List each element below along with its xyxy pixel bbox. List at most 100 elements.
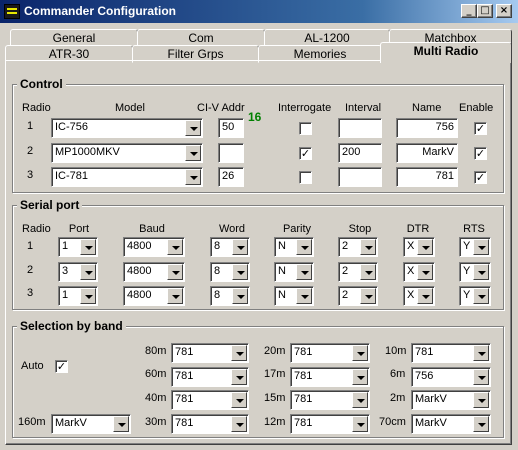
band-label-80m: 80m	[145, 345, 167, 357]
chevron-down-icon[interactable]	[167, 239, 183, 255]
close-button[interactable]: ×	[496, 4, 512, 18]
word-select-2[interactable]: 8	[210, 262, 250, 282]
dtr-select-1[interactable]: X	[403, 237, 435, 257]
stop-select-3[interactable]: 2	[338, 286, 378, 306]
band-select-2m[interactable]: MarkV	[411, 390, 491, 410]
serial-header-rts: RTS	[463, 223, 485, 235]
port-select-3[interactable]: 1	[58, 286, 98, 306]
stop-select-1[interactable]: 2	[338, 237, 378, 257]
auto-checkbox[interactable]: ✓	[55, 360, 68, 373]
chevron-down-icon[interactable]	[296, 264, 312, 280]
enable-checkbox-1[interactable]: ✓	[474, 122, 487, 135]
model-select-1[interactable]: IC-756	[51, 118, 203, 138]
band-select-60m[interactable]: 781	[171, 367, 249, 387]
chevron-down-icon[interactable]	[296, 239, 312, 255]
rts-select-3[interactable]: Y	[459, 286, 491, 306]
civ-addr-field-3[interactable]: 26	[218, 167, 244, 187]
chevron-down-icon[interactable]	[231, 416, 247, 432]
word-select-1[interactable]: 8	[210, 237, 250, 257]
window-title: Commander Configuration	[24, 4, 176, 18]
enable-checkbox-2[interactable]: ✓	[474, 147, 487, 160]
port-select-2[interactable]: 3	[58, 262, 98, 282]
baud-select-3[interactable]: 4800	[123, 286, 185, 306]
chevron-down-icon[interactable]	[473, 392, 489, 408]
name-field-2[interactable]: MarkV	[396, 143, 458, 163]
chevron-down-icon[interactable]	[417, 288, 433, 304]
chevron-down-icon[interactable]	[231, 392, 247, 408]
rts-select-2[interactable]: Y	[459, 262, 491, 282]
band-select-30m[interactable]: 781	[171, 414, 249, 434]
chevron-down-icon[interactable]	[352, 369, 368, 385]
chevron-down-icon[interactable]	[473, 369, 489, 385]
chevron-down-icon[interactable]	[231, 369, 247, 385]
enable-checkbox-3[interactable]: ✓	[474, 171, 487, 184]
chevron-down-icon[interactable]	[167, 288, 183, 304]
chevron-down-icon[interactable]	[80, 239, 96, 255]
chevron-down-icon[interactable]	[360, 288, 376, 304]
chevron-down-icon[interactable]	[185, 169, 201, 185]
rts-select-1[interactable]: Y	[459, 237, 491, 257]
chevron-down-icon[interactable]	[473, 345, 489, 361]
chevron-down-icon[interactable]	[473, 264, 489, 280]
chevron-down-icon[interactable]	[232, 288, 248, 304]
interrogate-checkbox-3[interactable]	[299, 171, 312, 184]
band-select-6m[interactable]: 756	[411, 367, 491, 387]
chevron-down-icon[interactable]	[296, 288, 312, 304]
chevron-down-icon[interactable]	[80, 288, 96, 304]
chevron-down-icon[interactable]	[417, 264, 433, 280]
civ-addr-field-1[interactable]: 50	[218, 118, 244, 138]
stop-select-2[interactable]: 2	[338, 262, 378, 282]
band-select-20m[interactable]: 781	[290, 343, 370, 363]
chevron-down-icon[interactable]	[473, 288, 489, 304]
band-select-17m[interactable]: 781	[290, 367, 370, 387]
baud-select-1[interactable]: 4800	[123, 237, 185, 257]
model-select-2[interactable]: MP1000MKV	[51, 143, 203, 163]
parity-select-1[interactable]: N	[274, 237, 314, 257]
chevron-down-icon[interactable]	[231, 345, 247, 361]
name-field-3[interactable]: 781	[396, 167, 458, 187]
word-select-3[interactable]: 8	[210, 286, 250, 306]
band-select-10m[interactable]: 781	[411, 343, 491, 363]
band-select-160m[interactable]: MarkV	[51, 414, 131, 434]
model-select-3[interactable]: IC-781	[51, 167, 203, 187]
chevron-down-icon[interactable]	[80, 264, 96, 280]
band-select-15m[interactable]: 781	[290, 390, 370, 410]
chevron-down-icon[interactable]	[232, 264, 248, 280]
civ-addr-field-2[interactable]	[218, 143, 244, 163]
chevron-down-icon[interactable]	[232, 239, 248, 255]
chevron-down-icon[interactable]	[352, 416, 368, 432]
serial-header-baud: Baud	[139, 223, 165, 235]
band-select-12m[interactable]: 781	[290, 414, 370, 434]
parity-select-3[interactable]: N	[274, 286, 314, 306]
maximize-button[interactable]: □	[477, 4, 493, 18]
band-select-70cm[interactable]: MarkV	[411, 414, 491, 434]
chevron-down-icon[interactable]	[113, 416, 129, 432]
port-select-1[interactable]: 1	[58, 237, 98, 257]
chevron-down-icon[interactable]	[185, 145, 201, 161]
chevron-down-icon[interactable]	[360, 264, 376, 280]
chevron-down-icon[interactable]	[473, 416, 489, 432]
name-field-1[interactable]: 756	[396, 118, 458, 138]
dtr-select-3[interactable]: X	[403, 286, 435, 306]
chevron-down-icon[interactable]	[473, 239, 489, 255]
parity-select-2[interactable]: N	[274, 262, 314, 282]
chevron-down-icon[interactable]	[417, 239, 433, 255]
chevron-down-icon[interactable]	[167, 264, 183, 280]
baud-select-2[interactable]: 4800	[123, 262, 185, 282]
interval-field-1[interactable]	[338, 118, 382, 138]
serial-row-2-radio: 2	[27, 264, 34, 276]
dtr-select-2[interactable]: X	[403, 262, 435, 282]
chevron-down-icon[interactable]	[360, 239, 376, 255]
band-select-80m[interactable]: 781	[171, 343, 249, 363]
interval-field-2[interactable]: 200	[338, 143, 382, 163]
minimize-button[interactable]: _	[461, 4, 477, 18]
chevron-down-icon[interactable]	[352, 392, 368, 408]
interrogate-checkbox-2[interactable]: ✓	[299, 147, 312, 160]
band-select-40m[interactable]: 781	[171, 390, 249, 410]
interval-field-3[interactable]	[338, 167, 382, 187]
tab-multi-radio[interactable]: Multi Radio	[380, 42, 512, 63]
title-bar[interactable]: Commander Configuration _ □ ×	[0, 0, 518, 23]
chevron-down-icon[interactable]	[185, 120, 201, 136]
chevron-down-icon[interactable]	[352, 345, 368, 361]
interrogate-checkbox-1[interactable]	[299, 122, 312, 135]
